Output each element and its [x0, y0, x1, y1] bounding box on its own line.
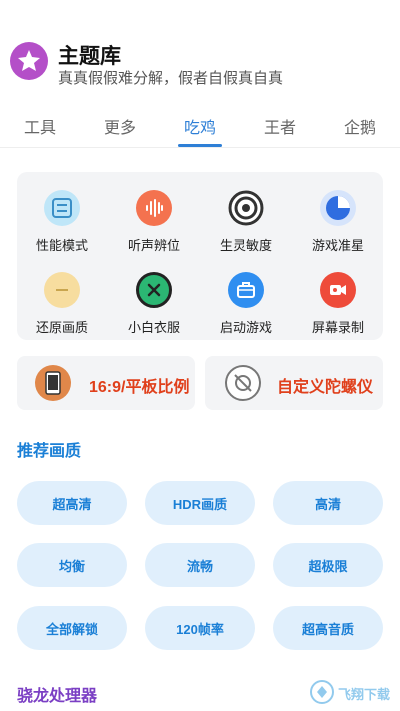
sound-wave-icon	[136, 190, 172, 226]
tab-penguin[interactable]: 企鹅	[344, 114, 376, 138]
restore-icon	[44, 272, 80, 308]
quality-option[interactable]: 超极限	[273, 543, 383, 587]
quality-option[interactable]: 高清	[273, 481, 383, 525]
quality-option[interactable]: 均衡	[17, 543, 127, 587]
tool-label: 启动游戏	[219, 320, 272, 335]
tool-label: 生灵敏度	[219, 238, 272, 253]
aspect-ratio-label: 16:9/平板比例	[89, 379, 190, 396]
gyroscope-button[interactable]: 自定义陀螺仪	[205, 356, 383, 410]
tool-crosshair[interactable]: 游戏准星	[293, 180, 383, 253]
tool-restore-quality[interactable]: 还原画质	[17, 262, 107, 335]
processor-section-title: 骁龙处理器	[17, 688, 98, 705]
gyroscope-icon	[225, 365, 261, 401]
tab-more[interactable]: 更多	[104, 114, 136, 138]
page-title: 主题库	[58, 45, 121, 68]
tablet-icon	[35, 365, 71, 401]
tool-label: 屏幕录制	[311, 320, 364, 335]
tool-sensitivity[interactable]: 生灵敏度	[201, 180, 291, 253]
quality-section-title: 推荐画质	[17, 443, 82, 460]
quality-option[interactable]: 超高音质	[273, 606, 383, 650]
tool-white-clothes[interactable]: 小白衣服	[109, 262, 199, 335]
performance-icon	[44, 190, 80, 226]
close-circle-icon	[136, 272, 172, 308]
page-subtitle: 真真假假难分解，假者自假真自真	[58, 70, 284, 87]
aspect-ratio-button[interactable]: 16:9/平板比例	[17, 356, 195, 410]
quality-option[interactable]: 120帧率	[145, 606, 255, 650]
tool-launch-game[interactable]: 启动游戏	[201, 262, 291, 335]
quality-option[interactable]: 流畅	[145, 543, 255, 587]
quality-option[interactable]: HDR画质	[145, 481, 255, 525]
target-icon	[228, 190, 264, 226]
tab-pubg[interactable]: 吃鸡	[184, 114, 216, 138]
quality-option[interactable]: 全部解锁	[17, 606, 127, 650]
tools-panel: 性能模式 听声辨位 生灵敏度 游戏准星 还原画质 小白衣服 启动游戏 屏幕录制	[17, 172, 383, 340]
quality-option[interactable]: 超高清	[17, 481, 127, 525]
tool-screen-record[interactable]: 屏幕录制	[293, 262, 383, 335]
tool-label: 游戏准星	[311, 238, 364, 253]
active-tab-indicator	[178, 144, 222, 147]
tool-label: 小白衣服	[127, 320, 180, 335]
app-logo-icon	[10, 42, 48, 80]
watermark-text: 飞翔下载	[338, 687, 391, 702]
tab-tools[interactable]: 工具	[24, 114, 56, 138]
watermark: 飞翔下载	[308, 678, 394, 706]
tool-label: 听声辨位	[127, 238, 180, 253]
gyroscope-label: 自定义陀螺仪	[277, 379, 374, 396]
crosshair-pie-icon	[320, 190, 356, 226]
tab-kings[interactable]: 王者	[264, 114, 296, 138]
tool-label: 性能模式	[35, 238, 88, 253]
briefcase-icon	[228, 272, 264, 308]
header: 主题库 真真假假难分解，假者自假真自真	[0, 0, 400, 100]
tool-performance-mode[interactable]: 性能模式	[17, 180, 107, 253]
video-record-icon	[320, 272, 356, 308]
tool-sound-locate[interactable]: 听声辨位	[109, 180, 199, 253]
tab-bar: 工具 更多 吃鸡 王者 企鹅	[0, 110, 400, 148]
tool-label: 还原画质	[35, 320, 88, 335]
